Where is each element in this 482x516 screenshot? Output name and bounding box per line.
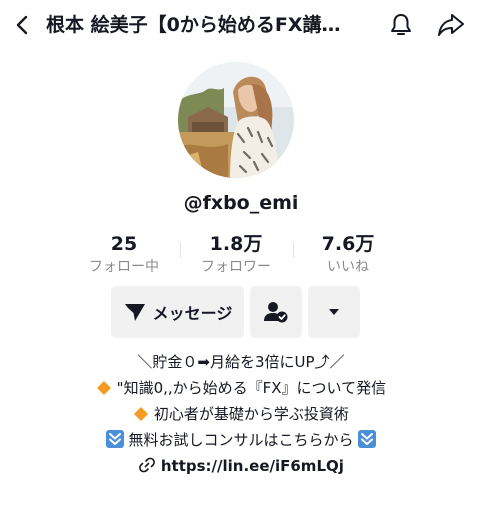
following-count: 25 <box>110 233 138 255</box>
bio-text: "知識0,,から始める『FX』について発信 <box>116 379 387 397</box>
avatar[interactable] <box>178 62 294 178</box>
action-buttons: メッセージ <box>0 286 482 338</box>
followers-count: 1.8万 <box>209 233 263 255</box>
top-bar: 根本 絵美子【0から始めるFX講… <box>0 0 482 52</box>
following-label: フォロー中 <box>89 259 159 275</box>
orange-diamond-icon <box>96 381 111 395</box>
bell-icon <box>391 14 411 35</box>
bio: ＼貯金０➡月給を3倍にUP⤴︎／ "知識0,,から始める『FX』について発信 初… <box>0 350 482 480</box>
stat-likes: 7.6万 いいね <box>293 232 403 278</box>
bio-line: ＼貯金０➡月給を3倍にUP⤴︎／ <box>0 350 482 374</box>
page-title: 根本 絵美子【0から始めるFX講… <box>46 14 341 36</box>
bio-line: 無料お試しコンサルはこちらから <box>0 428 482 452</box>
friend-status-button[interactable] <box>250 286 302 338</box>
link-icon <box>139 457 155 473</box>
send-icon <box>124 304 145 321</box>
back-arrow-icon <box>16 15 28 35</box>
likes-count: 7.6万 <box>321 233 375 255</box>
user-check-icon <box>264 302 288 323</box>
followers-label: フォロワー <box>201 259 271 275</box>
likes-label: いいね <box>327 259 369 275</box>
orange-diamond-icon <box>134 407 149 421</box>
bio-line: "知識0,,から始める『FX』について発信 <box>0 376 482 400</box>
double-down-arrow-icon <box>358 430 377 448</box>
message-button[interactable]: メッセージ <box>111 286 244 338</box>
notification-button[interactable] <box>386 10 416 40</box>
bio-link[interactable]: https://lin.ee/iF6mLQj <box>161 457 344 475</box>
stat-following[interactable]: 25 フォロー中 <box>69 232 179 278</box>
bio-text: 初心者が基礎から学ぶ投資術 <box>153 405 349 423</box>
stat-followers[interactable]: 1.8万 フォロワー <box>181 232 291 278</box>
bio-line: 初心者が基礎から学ぶ投資術 <box>0 402 482 426</box>
bio-link-row[interactable]: https://lin.ee/iF6mLQj <box>0 454 482 478</box>
share-icon <box>438 14 464 36</box>
profile-photo <box>178 62 294 178</box>
message-button-label: メッセージ <box>152 304 233 323</box>
username: @fxbo_emi <box>183 192 299 214</box>
double-down-arrow-icon <box>105 430 124 448</box>
share-button[interactable] <box>436 10 466 40</box>
bio-text: ＼貯金０➡月給を3倍にUP⤴︎／ <box>137 353 345 371</box>
caret-down-icon <box>329 309 339 315</box>
more-options-button[interactable] <box>308 286 360 338</box>
back-button[interactable] <box>8 10 38 40</box>
bio-text: 無料お試しコンサルはこちらから <box>128 431 354 449</box>
